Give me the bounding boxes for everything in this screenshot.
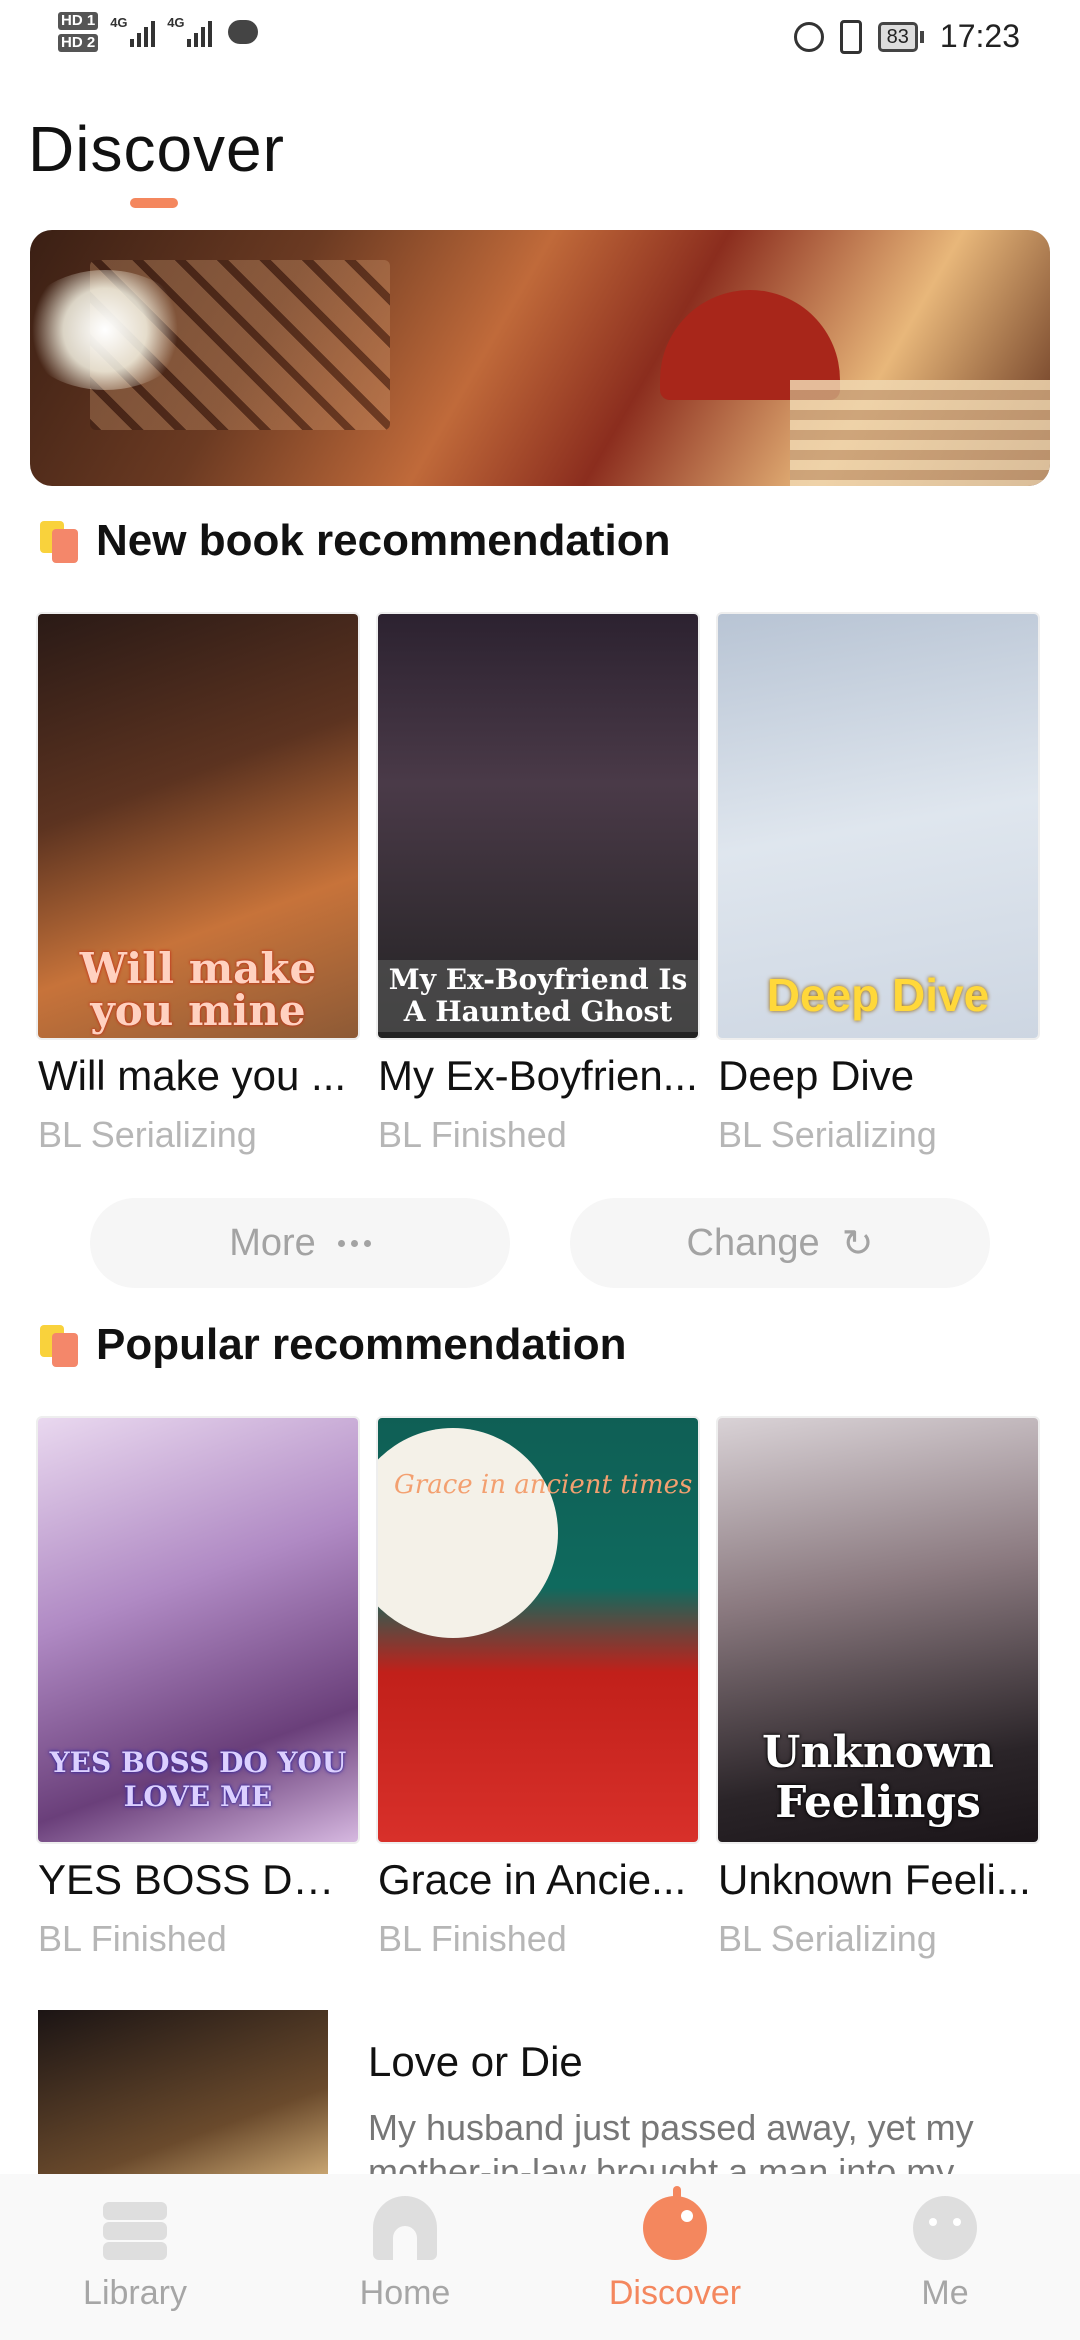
network-2-label: 4G bbox=[167, 15, 185, 30]
more-label: More bbox=[229, 1221, 316, 1264]
popular-book-row: YES BOSS DO YOU LOVE ME YES BOSS DO ... … bbox=[38, 1418, 1038, 1960]
cover-title: Unknown Feelings bbox=[761, 1727, 995, 1828]
nav-label: Home bbox=[359, 2274, 451, 2312]
cover-moon-art bbox=[378, 1428, 558, 1638]
book-cover[interactable]: Deep Dive bbox=[718, 614, 1038, 1038]
hd-indicators: HD 1 HD 2 bbox=[58, 12, 99, 52]
refresh-icon: ↻ bbox=[841, 1222, 874, 1265]
more-button[interactable]: More bbox=[90, 1198, 510, 1288]
discover-icon bbox=[643, 2186, 707, 2260]
library-icon bbox=[103, 2196, 167, 2260]
status-right: 83 17:23 bbox=[793, 18, 1020, 55]
book-card[interactable]: Deep Dive Deep Dive BL Serializing bbox=[718, 614, 1038, 1156]
book-cover[interactable]: Will make you mine bbox=[38, 614, 358, 1038]
change-button[interactable]: Change ↻ bbox=[570, 1198, 990, 1288]
popular-section-header: Popular recommendation bbox=[40, 1320, 627, 1370]
cover-title: YES BOSS DO YOU LOVE ME bbox=[49, 1746, 347, 1813]
book-card[interactable]: YES BOSS DO YOU LOVE ME YES BOSS DO ... … bbox=[38, 1418, 358, 1960]
book-cover[interactable]: YES BOSS DO YOU LOVE ME bbox=[38, 1418, 358, 1842]
book-card[interactable]: Grace in ancient times Grace in Ancie...… bbox=[378, 1418, 698, 1960]
book-card[interactable]: Unknown Feelings Unknown Feeli... BL Ser… bbox=[718, 1418, 1038, 1960]
section-books-icon bbox=[40, 1323, 84, 1367]
network-1-label: 4G bbox=[110, 15, 128, 30]
battery-icon: 83 bbox=[877, 21, 924, 52]
signal-2-icon: 4G bbox=[167, 15, 213, 47]
nav-label: Discover bbox=[608, 2274, 742, 2312]
bottom-nav: Library Home Discover Me bbox=[0, 2174, 1080, 2340]
status-bar: HD 1 HD 2 4G 4G 83 17:23 bbox=[0, 0, 1080, 80]
promo-banner[interactable] bbox=[30, 230, 1050, 486]
title-underline bbox=[130, 198, 178, 208]
section-title: New book recommendation bbox=[96, 516, 671, 565]
new-book-row: Will make you mine Will make you ... BL … bbox=[38, 614, 1038, 1156]
book-status: BL Serializing bbox=[718, 1918, 937, 1959]
cover-title: Will make you mine bbox=[79, 944, 317, 1035]
book-cover[interactable]: Unknown Feelings bbox=[718, 1418, 1038, 1842]
book-title[interactable]: Will make you ... bbox=[38, 1052, 358, 1100]
book-status: BL Serializing bbox=[38, 1114, 257, 1155]
clock: 17:23 bbox=[939, 18, 1020, 54]
section-books-icon bbox=[40, 519, 84, 563]
book-title[interactable]: My Ex-Boyfrien... bbox=[378, 1052, 698, 1100]
book-card[interactable]: My Ex-Boyfriend Is A Haunted Ghost My Ex… bbox=[378, 614, 698, 1156]
message-icon bbox=[228, 20, 259, 44]
signal-1-icon: 4G bbox=[110, 15, 156, 47]
book-cover[interactable]: My Ex-Boyfriend Is A Haunted Ghost bbox=[378, 614, 698, 1038]
banner-stairs-art bbox=[790, 380, 1050, 486]
me-icon bbox=[913, 2196, 977, 2260]
vibrate-icon bbox=[839, 19, 862, 54]
nav-label: Library bbox=[83, 2274, 187, 2312]
book-title[interactable]: Unknown Feeli... bbox=[718, 1856, 1038, 1904]
book-status: BL Finished bbox=[378, 1918, 567, 1959]
book-card[interactable]: Will make you mine Will make you ... BL … bbox=[38, 614, 358, 1156]
battery-level: 83 bbox=[877, 21, 918, 52]
book-status: BL Serializing bbox=[718, 1114, 937, 1155]
hd-2-badge: HD 2 bbox=[58, 34, 99, 52]
new-book-section-header: New book recommendation bbox=[40, 516, 671, 566]
book-title[interactable]: YES BOSS DO ... bbox=[38, 1856, 358, 1904]
discover-page: HD 1 HD 2 4G 4G 83 17:23 Discover New bo… bbox=[0, 0, 1080, 2340]
nav-home[interactable]: Home bbox=[305, 2196, 505, 2313]
hd-1-badge: HD 1 bbox=[58, 12, 99, 30]
nav-library[interactable]: Library bbox=[35, 2196, 235, 2313]
nav-label: Me bbox=[921, 2274, 969, 2312]
book-status: BL Finished bbox=[378, 1114, 567, 1155]
alarm-icon bbox=[793, 21, 824, 52]
change-label: Change bbox=[686, 1221, 820, 1264]
status-left: HD 1 HD 2 4G 4G bbox=[58, 12, 259, 52]
cover-title: Grace in ancient times bbox=[394, 1470, 693, 1500]
book-title[interactable]: Love or Die bbox=[368, 2038, 583, 2086]
book-status: BL Finished bbox=[38, 1918, 227, 1959]
page-title: Discover bbox=[28, 113, 285, 185]
section-title: Popular recommendation bbox=[96, 1320, 627, 1369]
nav-discover[interactable]: Discover bbox=[575, 2186, 775, 2313]
home-icon bbox=[373, 2196, 437, 2260]
cover-title: Deep Dive bbox=[766, 969, 990, 1021]
book-cover[interactable]: Grace in ancient times bbox=[378, 1418, 698, 1842]
book-title[interactable]: Deep Dive bbox=[718, 1052, 1038, 1100]
nav-me[interactable]: Me bbox=[845, 2196, 1045, 2313]
book-title[interactable]: Grace in Ancie... bbox=[378, 1856, 698, 1904]
more-dots-icon bbox=[337, 1239, 371, 1247]
cover-title: My Ex-Boyfriend Is A Haunted Ghost bbox=[378, 960, 698, 1032]
